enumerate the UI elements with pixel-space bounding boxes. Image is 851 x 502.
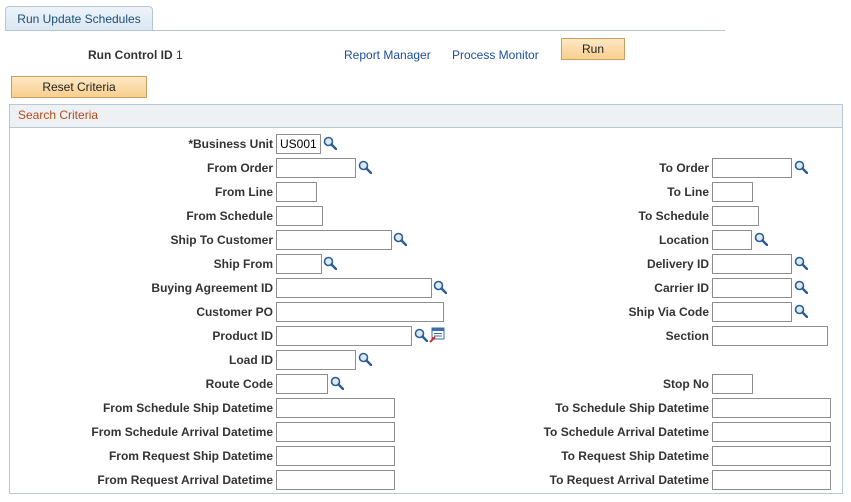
section-label: Section (665, 329, 709, 343)
ship-to-customer-lookup-icon[interactable] (393, 232, 407, 246)
product-browse-icon[interactable] (429, 327, 445, 343)
route-code-lookup-icon[interactable] (330, 376, 344, 390)
from-request-arrival-datetime-label: From Request Arrival Datetime (97, 473, 273, 487)
from-request-arrival-datetime-input[interactable] (276, 470, 395, 490)
stop-no-input[interactable] (712, 374, 753, 394)
from-request-ship-datetime-input[interactable] (276, 446, 395, 466)
ship-from-lookup-icon[interactable] (323, 256, 337, 270)
tab-underline (5, 30, 725, 31)
ship-via-code-input[interactable] (712, 302, 792, 322)
business-unit-input[interactable] (276, 134, 321, 154)
buying-agreement-id-label: Buying Agreement ID (151, 281, 273, 295)
ship-from-input[interactable] (276, 254, 322, 274)
ship-to-customer-label: Ship To Customer (170, 233, 273, 247)
carrier-id-lookup-icon[interactable] (794, 280, 808, 294)
carrier-id-input[interactable] (712, 278, 792, 298)
to-request-arrival-datetime-input[interactable] (712, 470, 831, 490)
from-order-input[interactable] (276, 158, 356, 178)
business-unit-label: *Business Unit (188, 137, 273, 151)
from-schedule-label: From Schedule (186, 209, 273, 223)
to-request-ship-datetime-label: To Request Ship Datetime (561, 449, 709, 463)
from-schedule-arrival-datetime-label: From Schedule Arrival Datetime (91, 425, 273, 439)
search-criteria-title: Search Criteria (18, 108, 99, 122)
load-id-lookup-icon[interactable] (358, 352, 372, 366)
tab-run-update-schedules[interactable]: Run Update Schedules (5, 6, 153, 31)
ship-from-label: Ship From (213, 257, 273, 271)
from-request-ship-datetime-label: From Request Ship Datetime (108, 449, 273, 463)
ship-to-customer-input[interactable] (276, 230, 392, 250)
to-request-arrival-datetime-label: To Request Arrival Datetime (549, 473, 709, 487)
from-order-lookup-icon[interactable] (358, 160, 372, 174)
ship-via-code-label: Ship Via Code (628, 305, 709, 319)
business-unit-lookup-icon[interactable] (323, 136, 337, 150)
run-control-id-value: 1 (176, 48, 183, 62)
to-schedule-input[interactable] (712, 206, 759, 226)
product-id-label: Product ID (212, 329, 273, 343)
from-schedule-ship-datetime-label: From Schedule Ship Datetime (102, 401, 273, 415)
from-line-label: From Line (214, 185, 273, 199)
to-schedule-arrival-datetime-input[interactable] (712, 422, 831, 442)
to-order-label: To Order (659, 161, 709, 175)
to-order-input[interactable] (712, 158, 792, 178)
from-schedule-arrival-datetime-input[interactable] (276, 422, 395, 442)
to-line-input[interactable] (712, 182, 753, 202)
location-label: Location (659, 233, 709, 247)
load-id-label: Load ID (229, 353, 273, 367)
ship-via-code-lookup-icon[interactable] (794, 304, 808, 318)
carrier-id-label: Carrier ID (654, 281, 709, 295)
to-line-label: To Line (667, 185, 709, 199)
from-order-label: From Order (206, 161, 273, 175)
route-code-input[interactable] (276, 374, 328, 394)
location-lookup-icon[interactable] (754, 232, 768, 246)
buying-agreement-id-lookup-icon[interactable] (433, 280, 447, 294)
route-code-label: Route Code (205, 377, 273, 391)
search-criteria-header (10, 105, 842, 128)
to-schedule-label: To Schedule (638, 209, 709, 223)
section-input[interactable] (712, 326, 828, 346)
stop-no-label: Stop No (663, 377, 709, 391)
product-id-lookup-icon[interactable] (414, 328, 428, 342)
customer-po-input[interactable] (276, 302, 444, 322)
location-input[interactable] (712, 230, 752, 250)
load-id-input[interactable] (276, 350, 356, 370)
to-request-ship-datetime-input[interactable] (712, 446, 831, 466)
to-schedule-ship-datetime-input[interactable] (712, 398, 831, 418)
run-button[interactable]: Run (561, 38, 625, 60)
to-schedule-ship-datetime-label: To Schedule Ship Datetime (555, 401, 709, 415)
product-id-input[interactable] (276, 326, 412, 346)
delivery-id-label: Delivery ID (646, 257, 709, 271)
to-schedule-arrival-datetime-label: To Schedule Arrival Datetime (543, 425, 709, 439)
reset-criteria-button[interactable]: Reset Criteria (11, 76, 147, 98)
customer-po-label: Customer PO (196, 305, 273, 319)
buying-agreement-id-input[interactable] (276, 278, 432, 298)
run-control-id-label: Run Control ID (88, 48, 173, 62)
process-monitor-link[interactable]: Process Monitor (452, 48, 539, 62)
from-schedule-ship-datetime-input[interactable] (276, 398, 395, 418)
to-order-lookup-icon[interactable] (794, 160, 808, 174)
from-schedule-input[interactable] (276, 206, 323, 226)
report-manager-link[interactable]: Report Manager (344, 48, 431, 62)
delivery-id-input[interactable] (712, 254, 792, 274)
from-line-input[interactable] (276, 182, 317, 202)
delivery-id-lookup-icon[interactable] (794, 256, 808, 270)
